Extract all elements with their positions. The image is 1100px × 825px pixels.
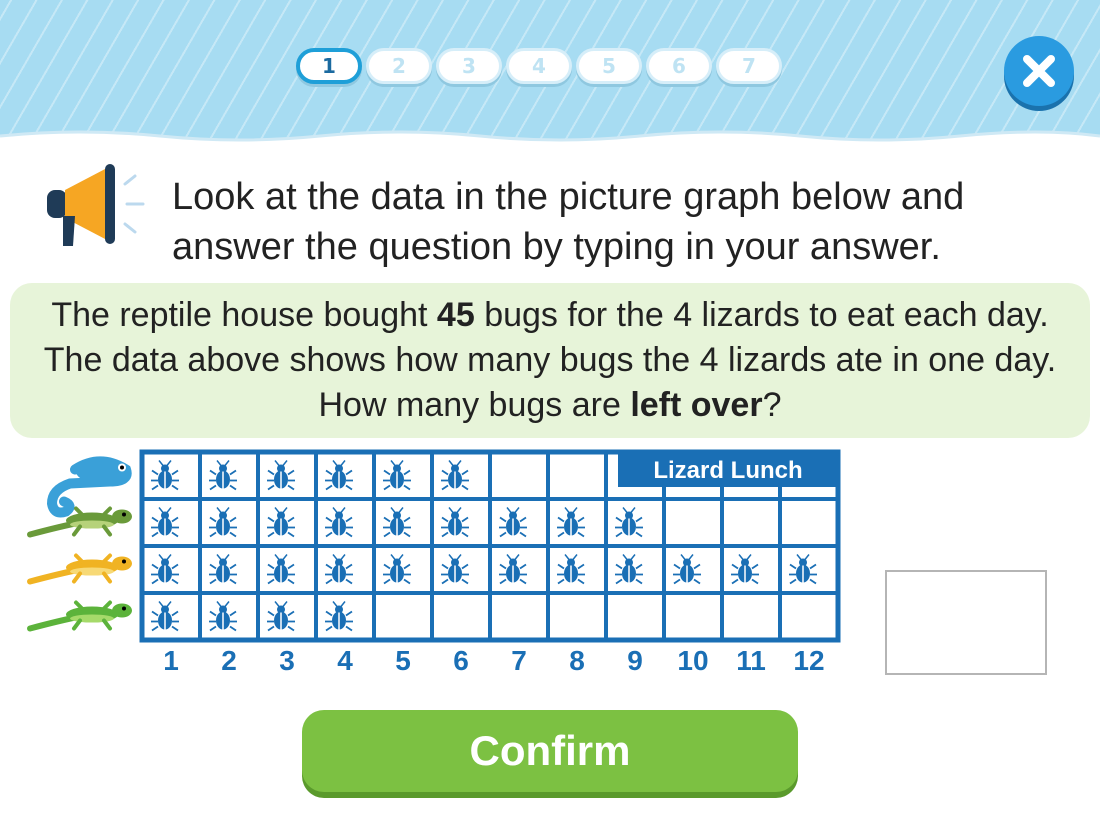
step-1: 1 <box>296 48 362 84</box>
header-wave <box>0 130 1100 150</box>
question-panel: The reptile house bought 45 bugs for the… <box>10 283 1090 438</box>
green-gecko-icon <box>27 600 132 632</box>
megaphone-icon[interactable] <box>45 160 155 250</box>
column-label: 6 <box>453 645 469 676</box>
progress-steps: 1 2 3 4 5 6 7 <box>296 48 782 84</box>
question-number-bold: 45 <box>436 296 475 334</box>
step-7: 7 <box>716 48 782 84</box>
step-6: 6 <box>646 48 712 84</box>
green-iguana-icon <box>27 506 132 538</box>
column-label: 1 <box>163 645 179 676</box>
step-3: 3 <box>436 48 502 84</box>
close-button[interactable] <box>1004 36 1074 106</box>
step-5: 5 <box>576 48 642 84</box>
blue-chameleon-icon <box>46 456 132 518</box>
graph-title: Lizard Lunch <box>653 457 802 484</box>
step-4: 4 <box>506 48 572 84</box>
column-label: 5 <box>395 645 411 676</box>
instruction-text: Look at the data in the picture graph be… <box>172 176 965 268</box>
answer-input[interactable] <box>885 570 1047 675</box>
column-label: 10 <box>677 645 708 676</box>
column-label: 9 <box>627 645 643 676</box>
column-label: 11 <box>736 645 766 676</box>
close-x-icon <box>1023 55 1055 87</box>
column-label: 8 <box>569 645 585 676</box>
question-text-1: The reptile house bought <box>51 296 437 334</box>
question-leftover-bold: left over <box>630 386 763 424</box>
step-2: 2 <box>366 48 432 84</box>
picture-graph: Lizard Lunch1 2 3 4 5 6 7 8 9 10 11 12 <box>27 449 841 676</box>
question-text-3: ? <box>762 386 782 424</box>
confirm-button[interactable]: Confirm <box>302 710 798 792</box>
yellow-lizard-icon <box>27 553 132 585</box>
column-label: 12 <box>793 645 824 676</box>
column-label: 4 <box>337 645 353 676</box>
column-label: 2 <box>221 645 237 676</box>
column-label: 7 <box>511 645 527 676</box>
column-label: 3 <box>279 645 295 676</box>
